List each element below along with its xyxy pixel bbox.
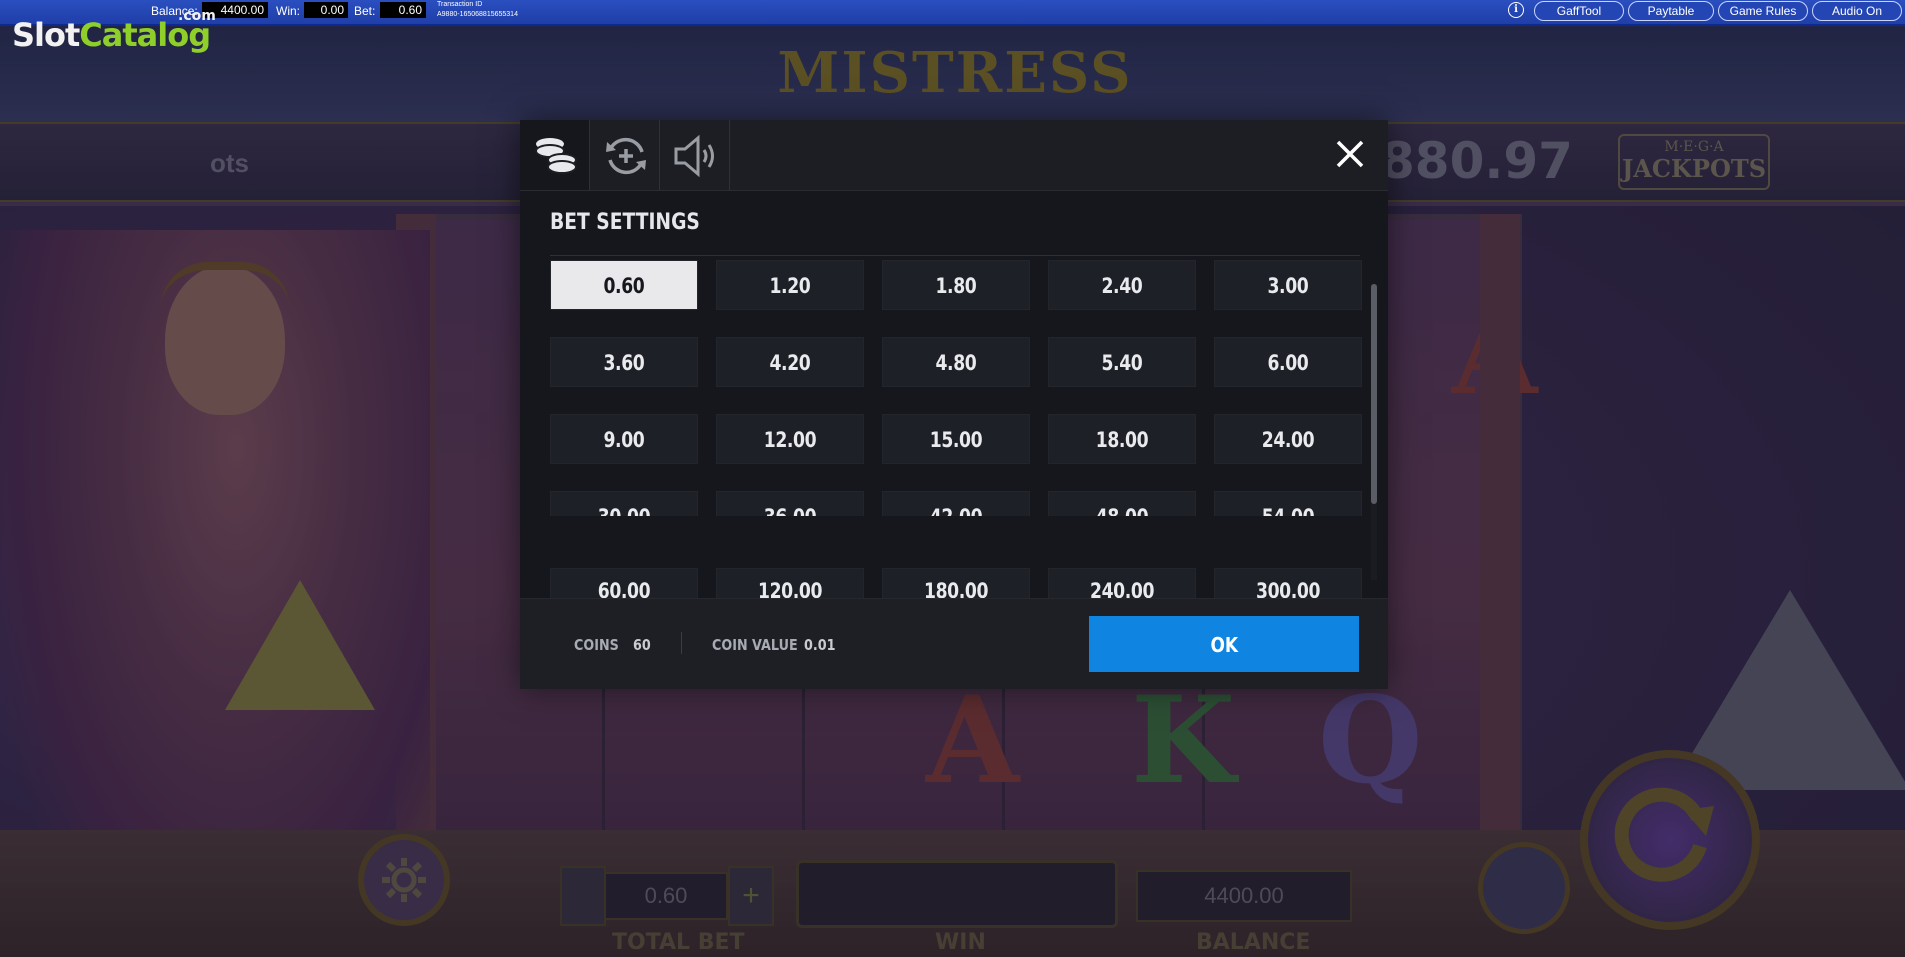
coin-value-label: COIN VALUE — [712, 636, 798, 654]
coins-label: COINS — [574, 636, 619, 654]
transaction-info: Transaction ID A9880-165068815655314 — [437, 0, 518, 20]
bet-option[interactable]: 4.20 — [716, 337, 864, 387]
bet-option[interactable]: 30.00 — [550, 491, 698, 516]
bet-option[interactable]: 6.00 — [1214, 337, 1362, 387]
bet-option[interactable]: 3.60 — [550, 337, 698, 387]
bet-option[interactable]: 4.80 — [882, 337, 1030, 387]
audio-toggle-button[interactable]: Audio On — [1812, 1, 1902, 21]
close-icon[interactable] — [1332, 136, 1368, 172]
bet-option[interactable]: 12.00 — [716, 414, 864, 464]
autoplay-icon — [606, 137, 646, 175]
speaker-icon — [674, 134, 714, 178]
coins-value: 60 — [633, 636, 651, 654]
bet-option[interactable]: 1.80 — [882, 260, 1030, 310]
ok-button[interactable]: OK — [1089, 616, 1359, 672]
transaction-label: Transaction ID — [437, 1, 483, 8]
bet-option[interactable]: 3.00 — [1214, 260, 1362, 310]
bet-label: Bet: — [354, 4, 376, 18]
win-value: 0.00 — [304, 2, 348, 18]
bet-option[interactable]: 300.00 — [1214, 568, 1362, 598]
bet-settings-title: BET SETTINGS — [550, 210, 700, 235]
paytable-button[interactable]: Paytable — [1628, 1, 1714, 21]
scrollbar-thumb[interactable] — [1371, 284, 1377, 504]
bet-option[interactable]: 18.00 — [1048, 414, 1196, 464]
logo-com: .com — [178, 8, 216, 24]
bet-option[interactable]: 54.00 — [1214, 491, 1362, 516]
bet-option[interactable]: 42.00 — [882, 491, 1030, 516]
bet-option-selected[interactable]: 0.60 — [550, 260, 698, 310]
coin-value: 0.01 — [804, 636, 836, 654]
logo-slot: Slot — [12, 16, 80, 54]
modal-header — [520, 120, 1388, 191]
coins-icon — [535, 138, 577, 174]
tab-sound[interactable] — [660, 120, 730, 190]
bet-option[interactable]: 2.40 — [1048, 260, 1196, 310]
bet-option[interactable]: 15.00 — [882, 414, 1030, 464]
tab-autoplay[interactable] — [590, 120, 660, 190]
bet-option[interactable]: 5.40 — [1048, 337, 1196, 387]
bet-option[interactable]: 60.00 — [550, 568, 698, 598]
gafftool-button[interactable]: GaffTool — [1534, 1, 1624, 21]
tab-bet-settings[interactable] — [520, 120, 590, 190]
bet-option[interactable]: 48.00 — [1048, 491, 1196, 516]
transaction-id: A9880-165068815655314 — [437, 11, 518, 18]
title-divider — [550, 255, 1360, 256]
bet-option[interactable]: 1.20 — [716, 260, 864, 310]
bet-option[interactable]: 9.00 — [550, 414, 698, 464]
bet-option[interactable]: 180.00 — [882, 568, 1030, 598]
bet-option[interactable]: 36.00 — [716, 491, 864, 516]
win-label: Win: — [276, 4, 300, 18]
bet-option[interactable]: 240.00 — [1048, 568, 1196, 598]
footer-divider — [681, 632, 682, 654]
bet-settings-modal: BET SETTINGS 0.60 1.20 1.80 2.40 3.00 3.… — [520, 120, 1388, 689]
info-icon[interactable]: i — [1508, 2, 1524, 18]
bet-options-row-clipped: 60.00 120.00 180.00 240.00 300.00 — [550, 568, 1366, 598]
top-info-bar: Balance: 4400.00 Win: 0.00 Bet: 0.60 Tra… — [0, 0, 1905, 26]
bet-value: 0.60 — [380, 2, 426, 18]
bet-option[interactable]: 24.00 — [1214, 414, 1362, 464]
bet-option[interactable]: 120.00 — [716, 568, 864, 598]
game-rules-button[interactable]: Game Rules — [1718, 1, 1808, 21]
bet-options-grid: 0.60 1.20 1.80 2.40 3.00 3.60 4.20 4.80 … — [550, 260, 1366, 516]
